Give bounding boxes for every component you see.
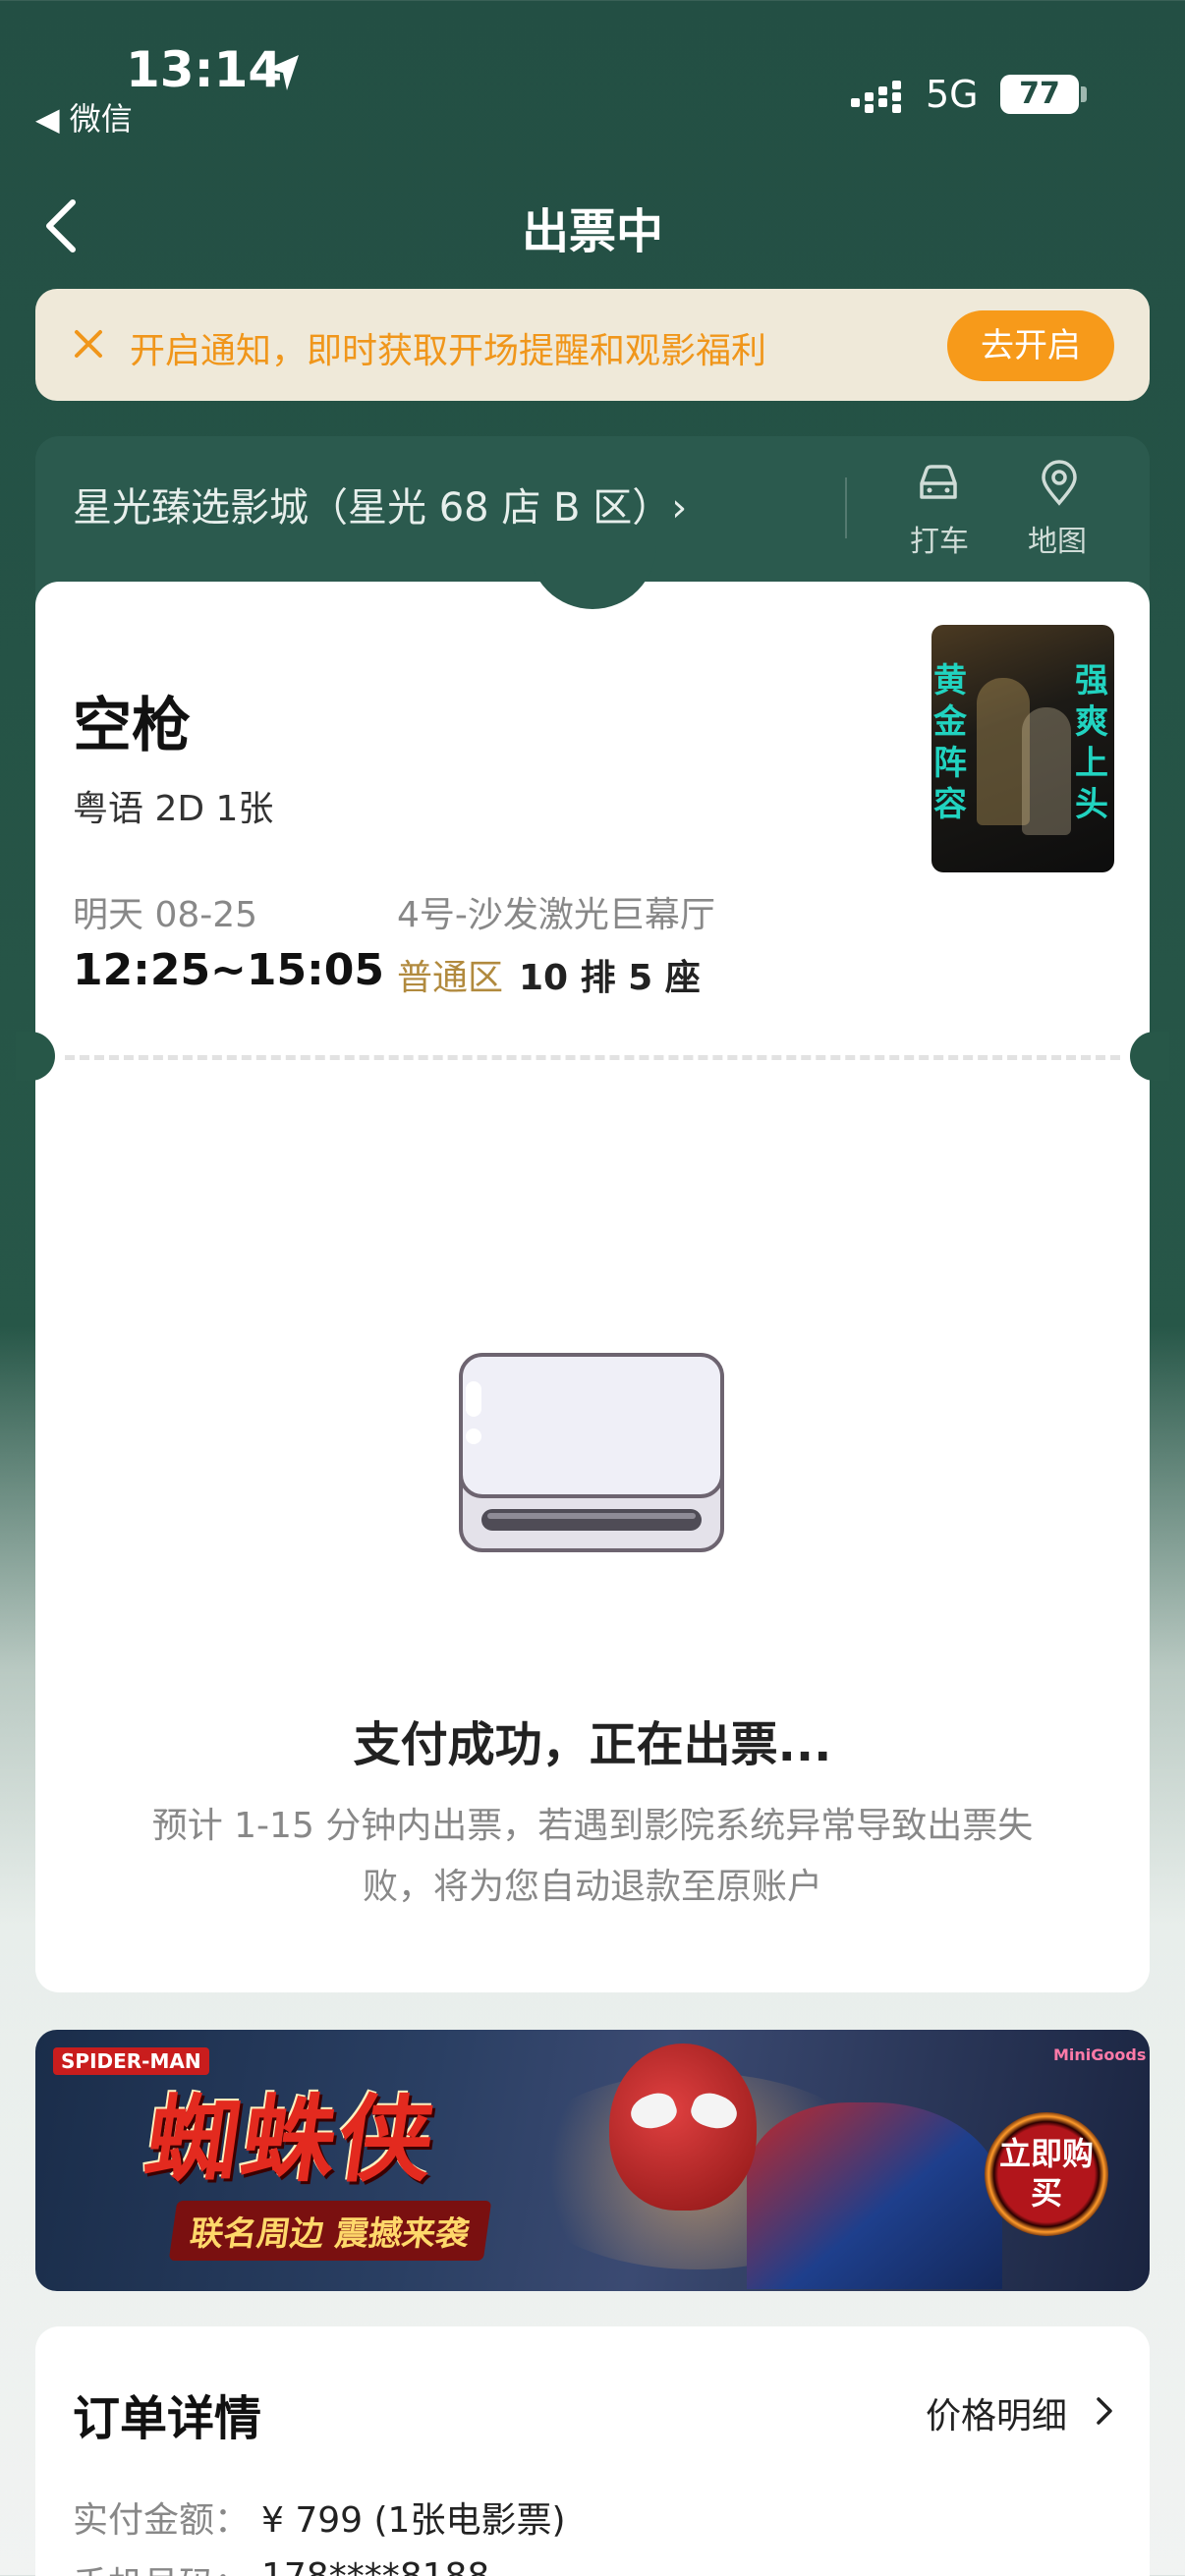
map-pin-icon[interactable] xyxy=(1038,460,1081,507)
poster-tagline-left: 黄金阵容 xyxy=(933,661,967,824)
page-title: 出票中 xyxy=(521,204,663,259)
chevron-right-icon[interactable] xyxy=(1095,2393,1114,2429)
map-label[interactable]: 地图 xyxy=(1028,517,1087,560)
ticket-status-title: 支付成功，正在出票... xyxy=(353,1717,832,1772)
back-to-wechat[interactable]: ◀ 微信 xyxy=(35,94,133,140)
seat-number: 10 排 5 座 xyxy=(519,958,701,998)
price-detail-link[interactable]: 价格明细 xyxy=(926,2387,1067,2438)
show-time: 12:25~15:05 xyxy=(73,945,384,995)
close-icon[interactable] xyxy=(69,320,108,365)
location-arrow-icon xyxy=(267,55,299,90)
enable-notification-button[interactable]: 去开启 xyxy=(947,310,1114,381)
ticket-status-desc: 预计 1-15 分钟内出票，若遇到影院系统异常导致出票失败，将为您自动退款至原账… xyxy=(151,1806,1034,1907)
promo-title: 蜘蛛侠 xyxy=(138,2085,443,2195)
ticket-printer-icon xyxy=(459,1353,724,1552)
divider xyxy=(845,477,847,538)
car-icon[interactable] xyxy=(914,462,963,505)
status-time: 13:14 xyxy=(126,41,283,98)
promo-subtitle: 联名周边 震撼来袭 xyxy=(168,2201,492,2261)
spiderman-head xyxy=(609,2044,757,2211)
notification-text: 开启通知，即时获取开场提醒和观影福利 xyxy=(130,331,767,371)
taxi-label[interactable]: 打车 xyxy=(910,517,969,560)
spiderman-body xyxy=(747,2102,1002,2289)
show-date: 明天 08-25 xyxy=(73,895,258,935)
network-label: 5G xyxy=(926,73,979,116)
paid-amount-label: 实付金额： xyxy=(73,2500,251,2541)
poster-figure xyxy=(1022,707,1071,835)
poster-tagline-right: 强爽上头 xyxy=(1075,661,1108,824)
ticket-divider xyxy=(65,1055,1120,1060)
promo-shop-logo: MiniGoods xyxy=(1053,2045,1147,2064)
phone-label: 手机号码： xyxy=(73,2556,250,2576)
seat-zone: 普通区 xyxy=(397,958,504,998)
order-details-title: 订单详情 xyxy=(73,2391,262,2446)
battery-tip xyxy=(1081,86,1087,102)
movie-meta: 粤语 2D 1张 xyxy=(73,789,274,829)
phone-value: 178****8188 xyxy=(261,2556,489,2576)
signal-icon xyxy=(851,81,901,113)
cinema-name-link[interactable]: 星光臻选影城（星光 68 店 B 区）› xyxy=(73,476,687,532)
paid-amount-value: ¥ 799 (1张电影票) xyxy=(261,2500,566,2541)
hall-name: 4号-沙发激光巨幕厅 xyxy=(397,895,715,935)
buy-now-button[interactable]: 立即购买 xyxy=(985,2112,1108,2236)
movie-title: 空枪 xyxy=(73,692,191,760)
battery-icon: 77 xyxy=(1000,75,1079,114)
